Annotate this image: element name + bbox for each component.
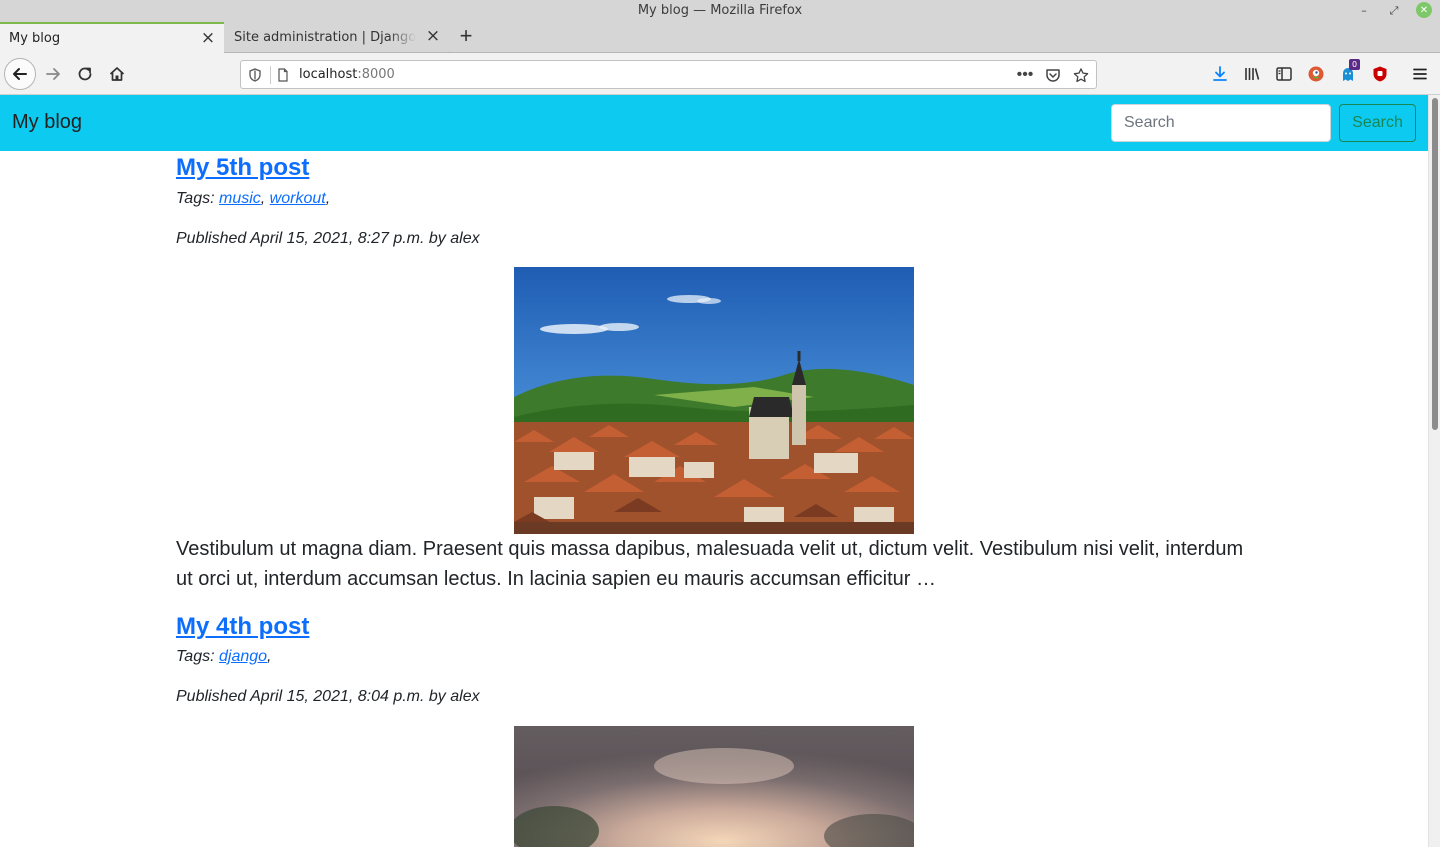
tab-my-blog[interactable]: My blog × [0,22,224,53]
minimize-icon[interactable]: – [1356,2,1372,18]
tab-label: Site administration | Django site admin [234,30,416,45]
new-tab-icon[interactable]: + [455,25,477,48]
post-title-link[interactable]: My 5th post [176,154,309,182]
close-tab-icon[interactable]: × [425,28,441,45]
page-info-icon[interactable] [275,67,291,83]
site-brand-link[interactable]: My blog [12,111,82,134]
search-button[interactable]: Search [1339,104,1416,142]
post-excerpt: Vestibulum ut magna diam. Praesent quis … [176,538,1244,590]
tags-prefix: Tags: [176,648,215,665]
window-title: My blog — Mozilla Firefox [637,3,803,18]
tag-link-django[interactable]: django [219,648,267,665]
forward-arrow-icon[interactable] [40,61,66,87]
close-tab-icon[interactable]: × [200,30,216,47]
url-bar[interactable]: localhost:8000 ••• [240,60,1097,89]
post-tags: Tags: django, [176,648,272,665]
home-icon[interactable] [104,61,130,87]
town-with-church-photo [514,267,914,534]
site-navbar: My blog Search [0,95,1428,151]
window-titlebar: My blog — Mozilla Firefox – ⤢ ✕ [0,0,1440,22]
post-published-meta: Published April 15, 2021, 8:04 p.m. by a… [176,688,480,705]
tag-link-music[interactable]: music [219,190,261,207]
sidebar-toggle-icon[interactable] [1271,61,1297,87]
tags-prefix: Tags: [176,190,215,207]
duckduckgo-extension-icon[interactable] [1303,61,1329,87]
tab-django-admin[interactable]: Site administration | Django site admin … [225,22,449,53]
post-card: My 5th post [176,154,1256,182]
library-icon[interactable] [1239,61,1265,87]
navigation-toolbar: localhost:8000 ••• 0 [0,53,1440,95]
window-close-icon[interactable]: ✕ [1416,2,1432,18]
extension-badge: 0 [1349,59,1360,70]
tab-bar: My blog × Site administration | Django s… [0,22,1440,70]
post-image [514,267,914,534]
scrollbar-thumb[interactable] [1432,98,1438,430]
post-image [514,726,914,847]
url-divider [270,66,271,84]
tab-label: My blog [9,31,61,46]
url-text[interactable]: localhost:8000 [299,67,395,82]
url-port: :8000 [357,67,395,82]
search-input[interactable] [1111,104,1331,142]
tracking-shield-icon[interactable] [247,67,263,83]
post-card: My 4th post [176,613,1256,641]
downloads-icon[interactable] [1207,61,1233,87]
blurred-sky-photo [514,726,914,847]
url-host: localhost [299,67,358,82]
pocket-icon[interactable] [1045,67,1061,83]
page-scrollbar[interactable] [1428,95,1440,847]
ghostery-extension-icon[interactable]: 0 [1335,59,1361,87]
maximize-icon[interactable]: ⤢ [1386,2,1402,18]
ublock-extension-icon[interactable] [1367,61,1393,87]
reload-icon[interactable] [72,61,98,87]
hamburger-menu-icon[interactable] [1407,61,1433,87]
bookmark-star-icon[interactable] [1073,67,1089,83]
back-arrow-icon[interactable] [4,58,36,90]
window-controls: – ⤢ ✕ [1356,2,1432,18]
page-actions-icon[interactable]: ••• [1017,67,1034,83]
tag-link-workout[interactable]: workout [270,190,326,207]
post-tags: Tags: music, workout, [176,190,331,207]
post-published-meta: Published April 15, 2021, 8:27 p.m. by a… [176,230,480,247]
post-title-link[interactable]: My 4th post [176,613,309,641]
